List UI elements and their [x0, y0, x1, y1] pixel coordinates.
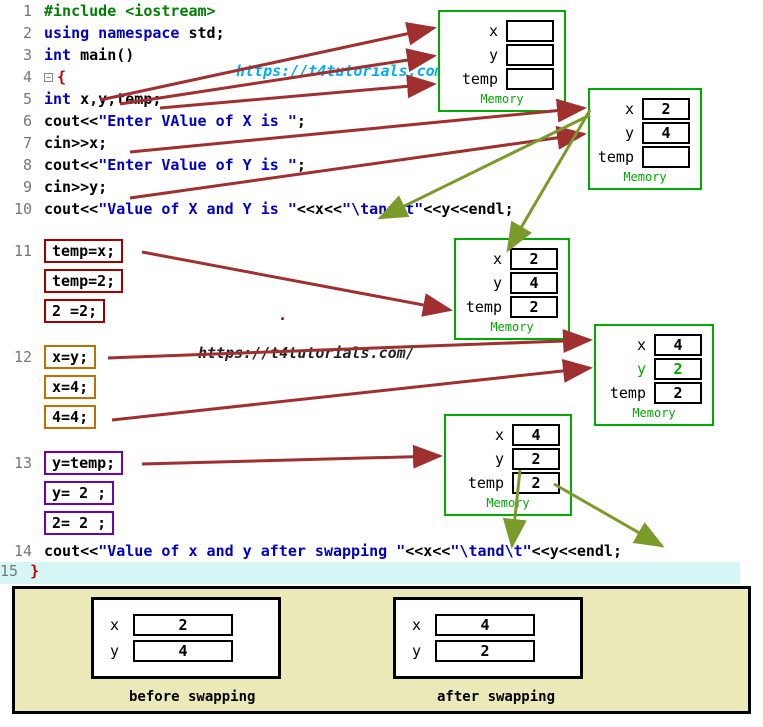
- lineno: 1: [0, 2, 44, 20]
- after-box: x4 y2: [393, 597, 583, 679]
- line12-group: 12x=y; x=4; 4=4;: [0, 346, 96, 428]
- code-line: using namespace std;: [44, 24, 225, 42]
- code-line: int x,y,temp;: [44, 90, 161, 108]
- before-caption: before swapping: [129, 689, 255, 705]
- mem-x: 2: [642, 98, 690, 120]
- mem-x: 4: [512, 424, 560, 446]
- mem-caption: Memory: [466, 320, 558, 334]
- stmt-4-eq-4: 4=4;: [44, 405, 96, 429]
- stmt-x-eq-y: x=y;: [44, 345, 96, 369]
- stmt-2-eq-2b: 2= 2 ;: [44, 511, 114, 535]
- code-line: cout<<"Enter VAlue of X is ";: [44, 112, 306, 130]
- lineno: 3: [0, 46, 44, 64]
- lineno: 11: [0, 242, 44, 260]
- after-y: 2: [435, 640, 535, 662]
- stmt-2-eq-2: 2 =2;: [44, 299, 105, 323]
- lineno: 10: [0, 200, 44, 218]
- mem-caption: Memory: [600, 170, 690, 184]
- mem-x: [506, 20, 554, 42]
- mem-temp: 2: [654, 382, 702, 404]
- watermark-url: https://t4tutorials.com/: [236, 62, 453, 80]
- mem-caption: Memory: [606, 406, 702, 420]
- memory-panel-a: x y temp Memory: [438, 10, 566, 112]
- mem-y: [506, 44, 554, 66]
- mem-temp: 2: [512, 472, 560, 494]
- stmt-y-eq-temp: y=temp;: [44, 451, 123, 475]
- summary-panel: x2 y4 before swapping x4 y2 after swappi…: [12, 586, 751, 714]
- line11-group: 11temp=x; temp=2; 2 =2;: [0, 240, 123, 322]
- memory-panel-b: x2 y4 temp Memory: [588, 88, 702, 190]
- lineno: 13: [0, 454, 44, 472]
- after-x: 4: [435, 614, 535, 636]
- lineno: 5: [0, 90, 44, 108]
- mem-caption: Memory: [450, 92, 554, 106]
- stmt-x-eq-4: x=4;: [44, 375, 96, 399]
- watermark-url: https://t4tutorials.com/: [198, 344, 415, 362]
- mem-y: 4: [642, 122, 690, 144]
- lineno: 6: [0, 112, 44, 130]
- line14-15: 14cout<<"Value of x and y after swapping…: [0, 540, 740, 584]
- code-line: −{: [44, 68, 66, 86]
- code-line: cout<<"Value of X and Y is "<<x<<"\tand\…: [44, 200, 514, 218]
- mem-temp: [506, 68, 554, 90]
- before-x: 2: [133, 614, 233, 636]
- before-box: x2 y4: [91, 597, 281, 679]
- code-line: #include <iostream>: [44, 2, 216, 20]
- stmt-temp-eq-x: temp=x;: [44, 239, 123, 263]
- lineno: 9: [0, 178, 44, 196]
- mem-y: 4: [510, 272, 558, 294]
- mem-caption: Memory: [456, 496, 560, 510]
- mem-y: 2: [512, 448, 560, 470]
- code-line: int main(): [44, 46, 134, 64]
- mem-temp: 2: [510, 296, 558, 318]
- diagram-canvas: 1#include <iostream> 2using namespace st…: [0, 0, 763, 727]
- mem-y: 2: [654, 358, 702, 380]
- code-line: cout<<"Enter Value of Y is ";: [44, 156, 306, 174]
- lineno: 8: [0, 156, 44, 174]
- stmt-temp-eq-2: temp=2;: [44, 269, 123, 293]
- line13-group: 13y=temp; y= 2 ; 2= 2 ;: [0, 452, 123, 534]
- stmt-y-eq-2: y= 2 ;: [44, 481, 114, 505]
- memory-panel-d: x4 y2 temp2 Memory: [594, 324, 714, 426]
- lineno: 15: [0, 562, 30, 580]
- lineno: 4: [0, 68, 44, 86]
- lineno: 14: [0, 542, 44, 560]
- dot-icon: .: [278, 306, 287, 324]
- memory-panel-e: x4 y2 temp2 Memory: [444, 414, 572, 516]
- before-y: 4: [133, 640, 233, 662]
- lineno: 2: [0, 24, 44, 42]
- memory-panel-c: x2 y4 temp2 Memory: [454, 238, 570, 340]
- code-line: }: [30, 562, 39, 580]
- mem-temp: [642, 146, 690, 168]
- lineno: 7: [0, 134, 44, 152]
- fold-icon[interactable]: −: [44, 73, 53, 82]
- code-line: cin>>x;: [44, 134, 107, 152]
- code-line: cin>>y;: [44, 178, 107, 196]
- mem-x: 4: [654, 334, 702, 356]
- code-line: cout<<"Value of x and y after swapping "…: [44, 542, 622, 560]
- after-caption: after swapping: [437, 689, 555, 705]
- lineno: 12: [0, 348, 44, 366]
- code-area: 1#include <iostream> 2using namespace st…: [0, 0, 514, 220]
- mem-x: 2: [510, 248, 558, 270]
